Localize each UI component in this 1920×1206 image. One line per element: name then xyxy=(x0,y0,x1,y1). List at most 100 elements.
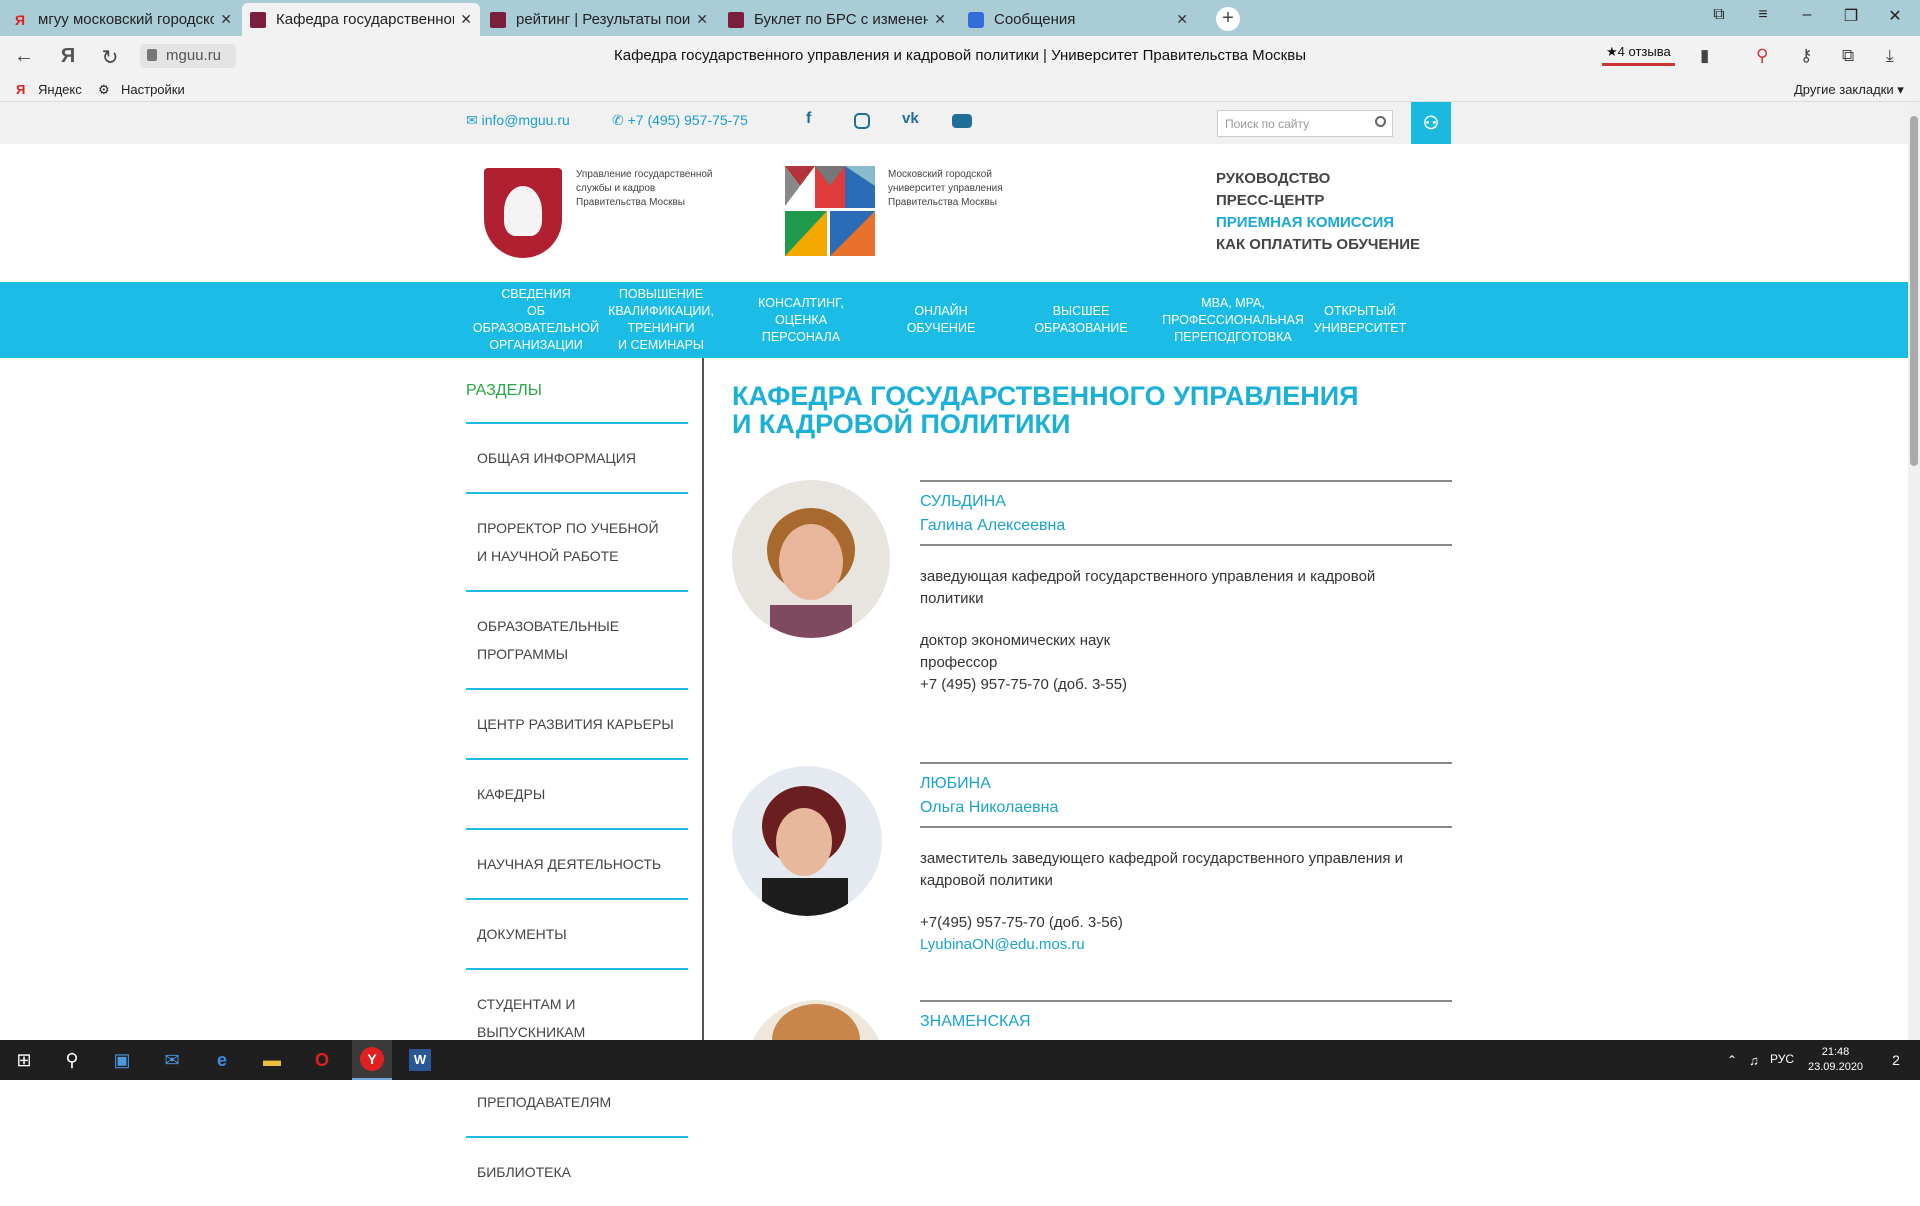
sidebar-item-library[interactable]: БИБЛИОТЕКА xyxy=(466,1136,688,1206)
staff-name[interactable]: Галина Алексеевна xyxy=(920,514,1065,538)
tab[interactable]: Я мгуу московский городской ✕ xyxy=(4,3,240,36)
language-indicator[interactable]: РУС xyxy=(1770,1052,1794,1066)
close-icon[interactable]: ✕ xyxy=(220,11,232,28)
staff-phone: +7(495) 957-75-70 (доб. 3-56) xyxy=(920,914,1123,931)
sidebar-item-general[interactable]: ОБЩАЯ ИНФОРМАЦИЯ xyxy=(466,422,688,492)
mail-icon[interactable]: ✉ xyxy=(156,1046,188,1074)
sidebar-title: РАЗДЕЛЫ xyxy=(466,382,542,399)
word-icon[interactable]: W xyxy=(404,1046,436,1074)
search-icon[interactable] xyxy=(1375,116,1386,127)
scrollbar-thumb[interactable] xyxy=(1910,116,1918,466)
search-input[interactable]: Поиск по сайту xyxy=(1217,110,1393,137)
nav-item-online[interactable]: ОНЛАЙН ОБУЧЕНИЕ xyxy=(886,282,996,358)
accessibility-glasses-icon[interactable]: ⚇ xyxy=(1411,102,1451,144)
close-icon[interactable]: ✕ xyxy=(1176,11,1188,28)
mguu-logo[interactable] xyxy=(785,166,875,256)
protect-icon[interactable]: ⚲ xyxy=(1756,46,1768,66)
sidebar-item-documents[interactable]: ДОКУМЕНТЫ xyxy=(466,898,688,968)
bookmark-settings[interactable]: Настройки xyxy=(121,82,185,97)
staff-card: ЗНАМЕНСКАЯ xyxy=(732,1000,1452,1040)
phone-link[interactable]: ✆ +7 (495) 957-75-75 xyxy=(612,112,748,129)
download-icon[interactable]: ⤓ xyxy=(1886,46,1894,66)
staff-position: заведующая кафедрой государственного упр… xyxy=(920,568,1376,607)
search-icon[interactable]: ⚲ xyxy=(56,1046,88,1074)
minimize-icon[interactable]: – xyxy=(1792,6,1822,24)
staff-surname[interactable]: ЗНАМЕНСКАЯ xyxy=(920,1010,1031,1034)
tab-manager-icon[interactable]: ⧉ xyxy=(1704,6,1734,24)
divider xyxy=(920,762,1452,764)
moscow-coat-of-arms-logo[interactable] xyxy=(484,168,562,258)
staff-photo xyxy=(732,766,882,916)
mguu-icon xyxy=(728,11,744,28)
nav-item-organization-info[interactable]: СВЕДЕНИЯ ОБ ОБРАЗОВАТЕЛЬНОЙ ОРГАНИЗАЦИИ xyxy=(466,282,606,358)
divider xyxy=(920,480,1452,482)
store-icon[interactable]: ▣ xyxy=(106,1046,138,1074)
key-icon[interactable]: ⚷ xyxy=(1800,46,1812,66)
sidebar-item-research[interactable]: НАУЧНАЯ ДЕЯТЕЛЬНОСТЬ xyxy=(466,828,688,898)
opera-icon[interactable]: O xyxy=(306,1046,338,1074)
top-link-leadership[interactable]: РУКОВОДСТВО xyxy=(1216,170,1330,187)
sidebar-item-prorector[interactable]: ПРОРЕКТОР ПО УЧЕБНОЙ И НАУЧНОЙ РАБОТЕ xyxy=(466,492,688,590)
instagram-icon[interactable] xyxy=(854,113,870,129)
bookmark-yandex[interactable]: Яндекс xyxy=(38,82,82,97)
reviews-badge[interactable]: ★4 отзыва xyxy=(1602,42,1675,66)
mail-icon: ✉ xyxy=(466,112,482,128)
search-placeholder: Поиск по сайту xyxy=(1225,117,1310,131)
tab-title: Сообщения xyxy=(994,11,1076,28)
staff-card: СУЛЬДИНА Галина Алексеевна заведующая ка… xyxy=(732,480,1452,720)
clock[interactable]: 21:48 23.09.2020 xyxy=(1808,1045,1863,1075)
logo2-caption: Московский городской университет управлен… xyxy=(888,169,1003,208)
tab[interactable]: Буклет по БРС с изменения ✕ xyxy=(720,3,954,36)
top-link-payment[interactable]: КАК ОПЛАТИТЬ ОБУЧЕНИЕ xyxy=(1216,236,1420,253)
yandex-browser-icon[interactable]: Y xyxy=(352,1040,392,1080)
reload-icon[interactable]: ↻ xyxy=(96,45,124,70)
staff-surname[interactable]: ЛЮБИНА xyxy=(920,772,991,796)
tab[interactable]: Сообщения ✕ xyxy=(960,3,1196,36)
yandex-home-icon[interactable]: Я xyxy=(54,45,82,68)
close-icon[interactable]: ✕ xyxy=(696,11,708,28)
facebook-icon[interactable]: f xyxy=(806,110,811,128)
yandex-icon: Я xyxy=(16,82,26,97)
sidebar-item-departments[interactable]: КАФЕДРЫ xyxy=(466,758,688,828)
nav-item-training[interactable]: ПОВЫШЕНИЕ КВАЛИФИКАЦИИ, ТРЕНИНГИ И СЕМИНАРЫ xyxy=(606,282,716,358)
tab-active[interactable]: Кафедра государственного ✕ xyxy=(242,3,480,36)
tab[interactable]: рейтинг | Результаты поиск ✕ xyxy=(482,3,716,36)
new-tab-button[interactable]: + xyxy=(1216,7,1240,31)
top-link-press[interactable]: ПРЕСС-ЦЕНТР xyxy=(1216,192,1324,209)
nav-item-mba[interactable]: MBA, MPA, ПРОФЕССИОНАЛЬНАЯ ПЕРЕПОДГОТОВКА xyxy=(1160,282,1306,358)
nav-item-higher-ed[interactable]: ВЫСШЕЕ ОБРАЗОВАНИЕ xyxy=(1026,282,1136,358)
back-icon[interactable]: ← xyxy=(10,45,38,68)
bookmark-icon[interactable]: ▮ xyxy=(1700,46,1709,66)
close-icon[interactable]: ✕ xyxy=(934,11,946,28)
staff-photo xyxy=(746,1000,886,1040)
staff-email[interactable]: LyubinaON@edu.mos.ru xyxy=(920,934,1440,956)
windows-start-icon[interactable]: ⊞ xyxy=(8,1046,40,1074)
tab-title: рейтинг | Результаты поиск xyxy=(516,11,691,28)
email-link[interactable]: ✉ info@mguu.ru xyxy=(466,112,570,129)
youtube-icon[interactable] xyxy=(952,114,972,128)
sidebar-item-programs[interactable]: ОБРАЗОВАТЕЛЬНЫЕ ПРОГРАММЫ xyxy=(466,590,688,688)
top-link-admissions[interactable]: ПРИЕМНАЯ КОМИССИЯ xyxy=(1216,214,1394,231)
collections-icon[interactable]: ⧉ xyxy=(1842,46,1854,66)
sidebar-divider xyxy=(702,358,704,1040)
notifications-icon[interactable]: 2 xyxy=(1880,1046,1912,1074)
close-icon[interactable]: ✕ xyxy=(460,11,472,28)
restore-icon[interactable]: ❐ xyxy=(1836,6,1866,26)
volume-icon[interactable]: ♫ xyxy=(1738,1046,1770,1074)
vk-icon[interactable]: vk xyxy=(902,110,919,127)
date: 23.09.2020 xyxy=(1808,1061,1864,1073)
close-window-icon[interactable]: ✕ xyxy=(1880,6,1910,26)
other-bookmarks[interactable]: Другие закладки ▾ xyxy=(1794,82,1904,98)
staff-surname[interactable]: СУЛЬДИНА xyxy=(920,490,1006,514)
staff-name[interactable]: Ольга Николаевна xyxy=(920,796,1058,820)
nav-item-open-university[interactable]: ОТКРЫТЫЙ УНИВЕРСИТЕТ xyxy=(1312,282,1408,358)
tab-title: мгуу московский городской xyxy=(38,11,215,28)
menu-icon[interactable]: ≡ xyxy=(1748,6,1778,24)
staff-card: ЛЮБИНА Ольга Николаевна заместитель заве… xyxy=(732,762,1452,962)
staff-degree: доктор экономических наук xyxy=(920,632,1111,649)
file-explorer-icon[interactable]: ▬ xyxy=(256,1046,288,1074)
sidebar-item-career[interactable]: ЦЕНТР РАЗВИТИЯ КАРЬЕРЫ xyxy=(466,688,688,758)
url-field[interactable]: mguu.ru xyxy=(140,44,236,68)
nav-item-consulting[interactable]: КОНСАЛТИНГ, ОЦЕНКА ПЕРСОНАЛА xyxy=(746,282,856,358)
edge-icon[interactable]: e xyxy=(206,1046,238,1074)
